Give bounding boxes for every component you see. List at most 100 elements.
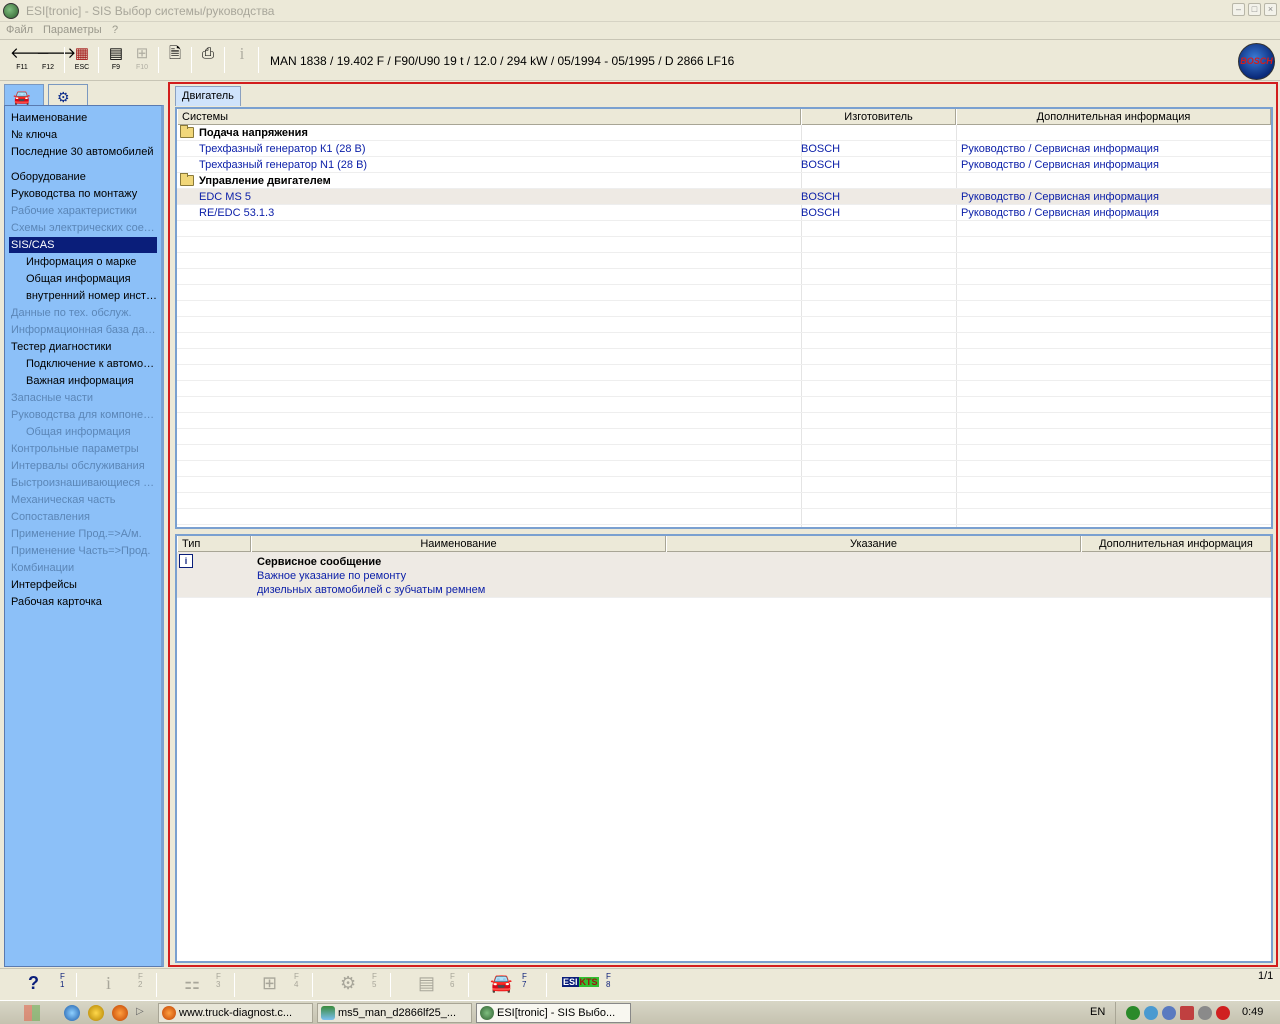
table-row[interactable]: Трехфазный генератор К1 (28 В) BOSCH Рук… [177, 141, 1271, 157]
launcher-icon[interactable] [88, 1005, 104, 1021]
table-row[interactable]: Трехфазный генератор N1 (28 В) BOSCH Рук… [177, 157, 1271, 173]
empty-row [177, 413, 1271, 429]
menu-bar: Файл Параметры ? [0, 22, 1280, 40]
volume-icon[interactable] [1198, 1006, 1212, 1020]
nav-item-equipment[interactable]: Оборудование [11, 169, 157, 185]
column-name[interactable]: Наименование [251, 536, 666, 552]
folder-icon [180, 173, 194, 186]
stop-icon: ▦ [74, 45, 90, 62]
nav-item-interfaces[interactable]: Интерфейсы [11, 577, 157, 593]
system-info-link[interactable]: Руководство / Сервисная информация [961, 141, 1159, 157]
image-icon [321, 1006, 335, 1020]
minimize-button[interactable]: – [1232, 3, 1245, 16]
nav-item-product-to-vehicle: Применение Прод.=>А/м. [11, 528, 142, 540]
back-button[interactable]: 🡐 F11 [10, 45, 50, 75]
group-row[interactable]: Подача напряжения [177, 125, 1271, 141]
taskbar-item-esitronic[interactable]: ESI[tronic] - SIS Выбо... [476, 1003, 631, 1023]
vehicle-description: MAN 1838 / 19.402 F / F90/U90 19 t / 12.… [270, 54, 735, 68]
nav-item-important-info[interactable]: Важная информация [26, 373, 157, 389]
empty-row [177, 381, 1271, 397]
nav-item-vehicle-connection[interactable]: Подключение к автомобилю [26, 356, 157, 372]
start-button[interactable] [2, 1003, 54, 1023]
column-type[interactable]: Тип [177, 536, 251, 552]
f10-button[interactable]: ⊞ F10 [130, 45, 154, 75]
maximize-button[interactable]: □ [1248, 3, 1261, 16]
messenger-icon[interactable] [1162, 1006, 1176, 1020]
nav-item-general-info-2: Общая информация [26, 426, 131, 438]
engine-icon: ⚙ [340, 973, 357, 993]
system-info-link[interactable]: Руководство / Сервисная информация [961, 205, 1159, 221]
menu-help[interactable]: ? [112, 24, 118, 36]
column-additional-info[interactable]: Дополнительная информация [956, 109, 1271, 125]
nav-item-name[interactable]: Наименование [11, 110, 157, 126]
taskbar-item-browser[interactable]: www.truck-diagnost.c... [158, 1003, 313, 1023]
nav-item-diagnostic-tester[interactable]: Тестер диагностики [11, 339, 157, 355]
empty-row [177, 237, 1271, 253]
f7-vehicle-button[interactable]: 🚘 F7 [472, 971, 532, 999]
column-doc-additional-info[interactable]: Дополнительная информация [1081, 536, 1271, 552]
system-name[interactable]: Трехфазный генератор N1 (28 В) [199, 157, 367, 173]
empty-row [177, 477, 1271, 493]
tab-vehicle[interactable]: 🚘 [4, 84, 44, 106]
nav-item-recent-vehicles[interactable]: Последние 30 автомобилей [11, 144, 157, 160]
nav-item-brand-info[interactable]: Информация о марке [26, 254, 157, 270]
nav-item-work-card[interactable]: Рабочая карточка [11, 594, 157, 610]
empty-row [177, 285, 1271, 301]
taskbar-item-image[interactable]: ms5_man_d2866lf25_... [317, 1003, 472, 1023]
info-button[interactable]: i [230, 45, 254, 75]
f4-button[interactable]: ⊞ F4 [244, 971, 304, 999]
tree-icon: ⊞ [135, 45, 149, 62]
security-icon[interactable] [1180, 1006, 1194, 1020]
document-row[interactable]: i Сервисное сообщение Важное указание по… [177, 552, 1271, 598]
menu-file[interactable]: Файл [6, 24, 33, 36]
quicklaunch-more-icon[interactable]: ▷ [136, 1006, 144, 1017]
tab-engine[interactable]: ⚙ [48, 84, 88, 106]
empty-row [177, 333, 1271, 349]
column-systems[interactable]: Системы [177, 109, 801, 125]
system-info-link[interactable]: Руководство / Сервисная информация [961, 189, 1159, 205]
forward-button[interactable]: 🡒 F12 [36, 45, 77, 75]
nav-item-mounting-guides[interactable]: Руководства по монтажу [11, 186, 157, 202]
system-name[interactable]: RE/EDC 53.1.3 [199, 205, 274, 221]
escape-button[interactable]: ▦ ESC [70, 45, 94, 75]
f5-button[interactable]: ⚙ F5 [322, 971, 382, 999]
f3-button[interactable]: ⚏ F3 [166, 971, 226, 999]
document-line-2[interactable]: дизельных автомобилей с зубчатым ремнем [257, 582, 485, 598]
systems-table-header: Системы Изготовитель Дополнительная инфо… [177, 109, 1271, 125]
f1-help-button[interactable]: ? F1 [10, 971, 70, 999]
system-name[interactable]: EDC MS 5 [199, 189, 251, 205]
document-button[interactable]: 🗎 [163, 45, 187, 75]
documents-table: Тип Наименование Указание Дополнительная… [175, 534, 1273, 963]
globe-icon[interactable] [64, 1005, 80, 1021]
table-row[interactable]: RE/EDC 53.1.3 BOSCH Руководство / Сервис… [177, 205, 1271, 221]
group-name: Управление двигателем [199, 175, 331, 187]
nav-item-characteristics: Рабочие характеристики [11, 205, 137, 217]
print-button[interactable]: ⎙ [196, 45, 220, 75]
f2-info-button[interactable]: i F2 [88, 971, 148, 999]
torrent-icon[interactable] [1126, 1006, 1140, 1020]
nav-item-internal-number[interactable]: внутренний номер инструкции [26, 288, 157, 304]
app-icon [3, 3, 19, 19]
close-button[interactable]: × [1264, 3, 1277, 16]
firefox-icon[interactable] [112, 1005, 128, 1021]
power-icon[interactable] [1216, 1006, 1230, 1020]
nav-item-key-number[interactable]: № ключа [11, 127, 157, 143]
arrow-right-icon: 🡒 [36, 45, 77, 62]
system-name[interactable]: Трехфазный генератор К1 (28 В) [199, 141, 366, 157]
nav-item-general-info[interactable]: Общая информация [26, 271, 157, 287]
menu-settings[interactable]: Параметры [43, 24, 102, 36]
tab-engine-systems[interactable]: Двигатель [175, 86, 241, 106]
language-indicator[interactable]: EN [1090, 1006, 1105, 1018]
system-info-link[interactable]: Руководство / Сервисная информация [961, 157, 1159, 173]
empty-row [177, 301, 1271, 317]
systems-table: Системы Изготовитель Дополнительная инфо… [175, 107, 1273, 529]
f8-esi-kts-button[interactable]: ESI KTS F8 [556, 971, 616, 999]
column-maker[interactable]: Изготовитель [801, 109, 956, 125]
network-icon[interactable] [1144, 1006, 1158, 1020]
nav-item-sis-cas[interactable]: SIS/CAS [9, 237, 157, 253]
f6-button[interactable]: ▤ F6 [400, 971, 460, 999]
f9-button[interactable]: ▤ F9 [104, 45, 128, 75]
group-row[interactable]: Управление двигателем [177, 173, 1271, 189]
column-note[interactable]: Указание [666, 536, 1081, 552]
table-row[interactable]: EDC MS 5 BOSCH Руководство / Сервисная и… [177, 189, 1271, 205]
